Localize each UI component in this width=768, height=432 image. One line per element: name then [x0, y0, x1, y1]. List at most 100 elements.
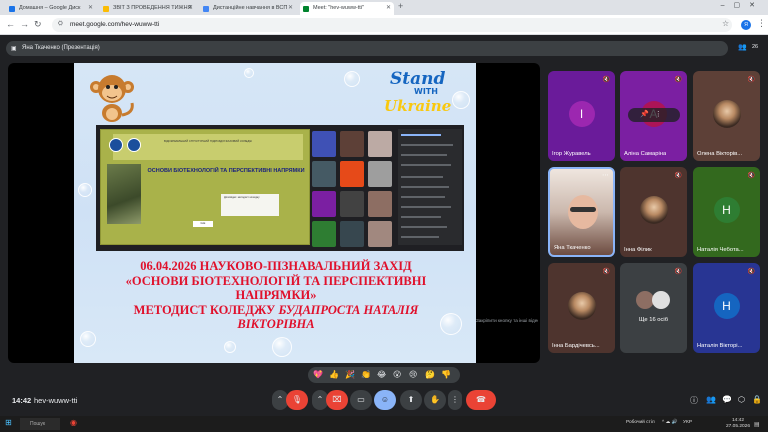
- window-controls[interactable]: –▢✕: [721, 1, 764, 9]
- participant-photo: [712, 100, 741, 128]
- participant-tile[interactable]: 🔇 Інна Філик: [620, 167, 687, 257]
- participant-name: Аліна Самаріна: [624, 151, 667, 157]
- tile-options-icon[interactable]: ⋯: [602, 171, 609, 179]
- meeting-code: hev-wuww-tti: [34, 396, 78, 405]
- raise-hand-button[interactable]: ✋: [424, 390, 446, 410]
- pin-icon[interactable]: 📌: [640, 111, 655, 118]
- captions-button[interactable]: ▭: [350, 390, 372, 410]
- reaction-emoji-button[interactable]: 😂: [377, 369, 386, 380]
- more-vert-icon: ⋮: [451, 395, 459, 404]
- forward-icon[interactable]: →: [20, 19, 29, 29]
- slide-text-line: МЕТОДИСТ КОЛЕДЖУ БУДАПРОСТА НАТАЛІЯ: [86, 303, 466, 318]
- new-tab-button[interactable]: +: [398, 1, 403, 11]
- close-icon[interactable]: ✕: [188, 2, 193, 15]
- activities-icon[interactable]: ⬡: [738, 395, 745, 404]
- minimize-icon[interactable]: –: [721, 2, 734, 9]
- more-participants-avatars: [636, 291, 672, 309]
- reaction-emoji-button[interactable]: 👎: [441, 369, 451, 380]
- taskbar-search[interactable]: Пошук: [20, 418, 60, 430]
- site-info-icon[interactable]: ⛭: [58, 21, 63, 28]
- tab-title: Meet: "hev-wuww-tti": [313, 5, 364, 11]
- back-icon[interactable]: ←: [6, 19, 15, 29]
- close-window-icon[interactable]: ✕: [749, 2, 764, 9]
- participant-tile[interactable]: 🔇 Інна Бардічевсь...: [548, 263, 615, 353]
- windows-start-icon[interactable]: ⊞: [5, 418, 12, 427]
- emoji-icon: ☺: [380, 395, 390, 404]
- bubble-decoration: [244, 68, 254, 78]
- bubble-decoration: [78, 183, 92, 197]
- participant-tile[interactable]: ⋯ Яна Ткаченко: [548, 167, 615, 257]
- close-icon[interactable]: ✕: [88, 2, 93, 15]
- language-indicator[interactable]: УКР: [683, 420, 692, 425]
- participant-tile[interactable]: Н 🔇 Наталія Вікторі...: [693, 263, 760, 353]
- participant-tile[interactable]: 🔇 Олена Вікторів...: [693, 71, 760, 161]
- host-controls-icon[interactable]: 🔒: [752, 395, 762, 404]
- slides-icon: [103, 5, 109, 12]
- participant-tile[interactable]: 🔇 Ще 16 осіб: [620, 263, 687, 353]
- slide-main-text: 06.04.2026 НАУКОВО-ПІЗНАВАЛЬНИЙ ЗАХІД «О…: [86, 259, 466, 332]
- browser-tab[interactable]: Дистанційне навчання в ВСП ✕: [200, 2, 296, 15]
- mini-tile: [340, 191, 364, 217]
- reload-icon[interactable]: ↻: [34, 19, 42, 30]
- mini-tile: [340, 221, 364, 247]
- reaction-emoji-button[interactable]: 😮: [393, 369, 401, 380]
- reaction-emoji-button[interactable]: 👏: [361, 369, 371, 380]
- embedded-people-panel: [398, 129, 462, 245]
- slide-text-line: ВІКТОРІВНА: [237, 317, 315, 332]
- mini-tile: [312, 131, 336, 157]
- bookmark-star-icon[interactable]: ☆: [722, 19, 729, 28]
- mini-tile: [312, 161, 336, 187]
- camera-toggle-button[interactable]: ⌧: [326, 390, 348, 410]
- tray-desktop-label[interactable]: Робочий стіл: [626, 420, 655, 425]
- profile-avatar[interactable]: Я: [741, 20, 751, 30]
- close-icon[interactable]: ✕: [386, 2, 391, 15]
- muted-mic-icon: 🔇: [674, 269, 682, 275]
- embedded-slide-footer: Київ: [193, 221, 213, 227]
- browser-tab-active[interactable]: Meet: "hev-wuww-tti" ✕: [300, 2, 394, 15]
- tile-hover-controls[interactable]: 📌⋮: [628, 108, 680, 122]
- reaction-emoji-button[interactable]: 💖: [313, 369, 323, 380]
- browser-tab[interactable]: ЗВІТ З ПРОВЕДЕННЯ ТИЖНЯ ✕: [100, 2, 196, 15]
- reaction-emoji-button[interactable]: 🤔: [425, 369, 435, 380]
- end-call-icon: ☎: [476, 395, 486, 404]
- meeting-clock: 14:42: [12, 396, 32, 405]
- close-icon[interactable]: ✕: [288, 2, 293, 15]
- notifications-icon[interactable]: ▤: [754, 421, 760, 428]
- emoji-reactions-button[interactable]: ☺: [374, 390, 396, 410]
- present-icon: ⬆: [407, 395, 415, 404]
- more-vert-icon[interactable]: ⋮: [655, 111, 668, 118]
- mic-toggle-button[interactable]: 🎙: [286, 390, 308, 410]
- participant-name: Ще 16 осіб: [638, 317, 669, 323]
- info-icon[interactable]: ⓘ: [690, 395, 698, 406]
- reaction-emoji-button[interactable]: 😢: [409, 369, 417, 380]
- tray-icons[interactable]: ^ ☁ 🔊: [662, 420, 678, 425]
- participant-tile[interactable]: Н 🔇 Наталія Чебота...: [693, 167, 760, 257]
- pin-hint-text: Закріпити кнопку та інші відео, щоб відо…: [476, 318, 538, 323]
- browser-menu-icon[interactable]: ⋮: [757, 18, 766, 29]
- address-bar[interactable]: meet.google.com/hev-wuww-tti: [52, 18, 732, 32]
- participant-name: Ігор Журавель: [552, 151, 591, 157]
- present-button[interactable]: ⬆: [400, 390, 422, 410]
- presentation-bar: Яна Ткаченко (Презентація): [6, 41, 728, 56]
- more-options-button[interactable]: ⋮: [448, 390, 462, 410]
- browser-toolbar: ← → ↻ meet.google.com/hev-wuww-tti ⛭ ☆ Я…: [0, 15, 768, 35]
- maximize-icon[interactable]: ▢: [734, 2, 750, 9]
- chrome-taskbar-icon[interactable]: ◉: [70, 418, 77, 427]
- mini-tile: [368, 191, 392, 217]
- reaction-emoji-button[interactable]: 🎉: [345, 369, 355, 380]
- people-icon[interactable]: 👥: [738, 43, 747, 51]
- participant-avatar: Н: [713, 197, 740, 223]
- chat-icon[interactable]: 💬: [722, 395, 732, 404]
- chevron-up-icon: ⌃: [316, 395, 324, 404]
- browser-tab[interactable]: Домашня – Google Диск ✕: [6, 2, 96, 15]
- taskbar-clock[interactable]: 14:42 27.05.2026: [726, 418, 750, 430]
- bubble-decoration: [224, 341, 236, 353]
- bubble-decoration: [272, 337, 292, 357]
- participant-tile[interactable]: І 🔇 Ігор Журавель: [548, 71, 615, 161]
- participant-name: Яна Ткаченко: [554, 245, 591, 251]
- participant-avatar: І: [568, 101, 595, 127]
- reaction-emoji-button[interactable]: 👍: [329, 369, 339, 380]
- people-panel-icon[interactable]: 👥: [706, 395, 716, 404]
- leave-call-button[interactable]: ☎: [466, 390, 496, 410]
- meet-icon: [303, 5, 309, 12]
